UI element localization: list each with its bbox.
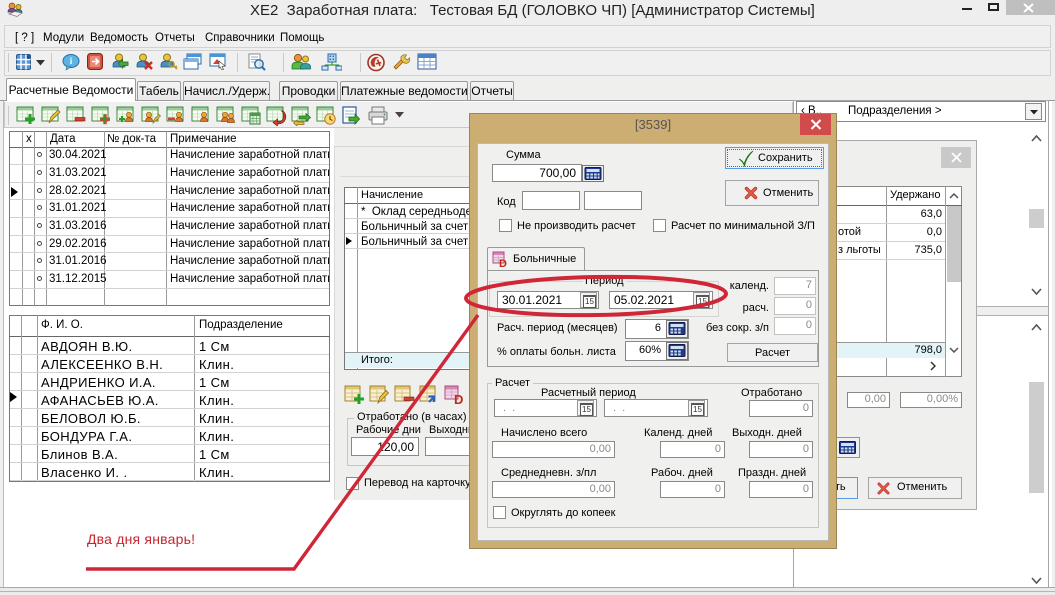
- svg-text:D: D: [454, 392, 463, 406]
- svg-text:D: D: [499, 258, 507, 268]
